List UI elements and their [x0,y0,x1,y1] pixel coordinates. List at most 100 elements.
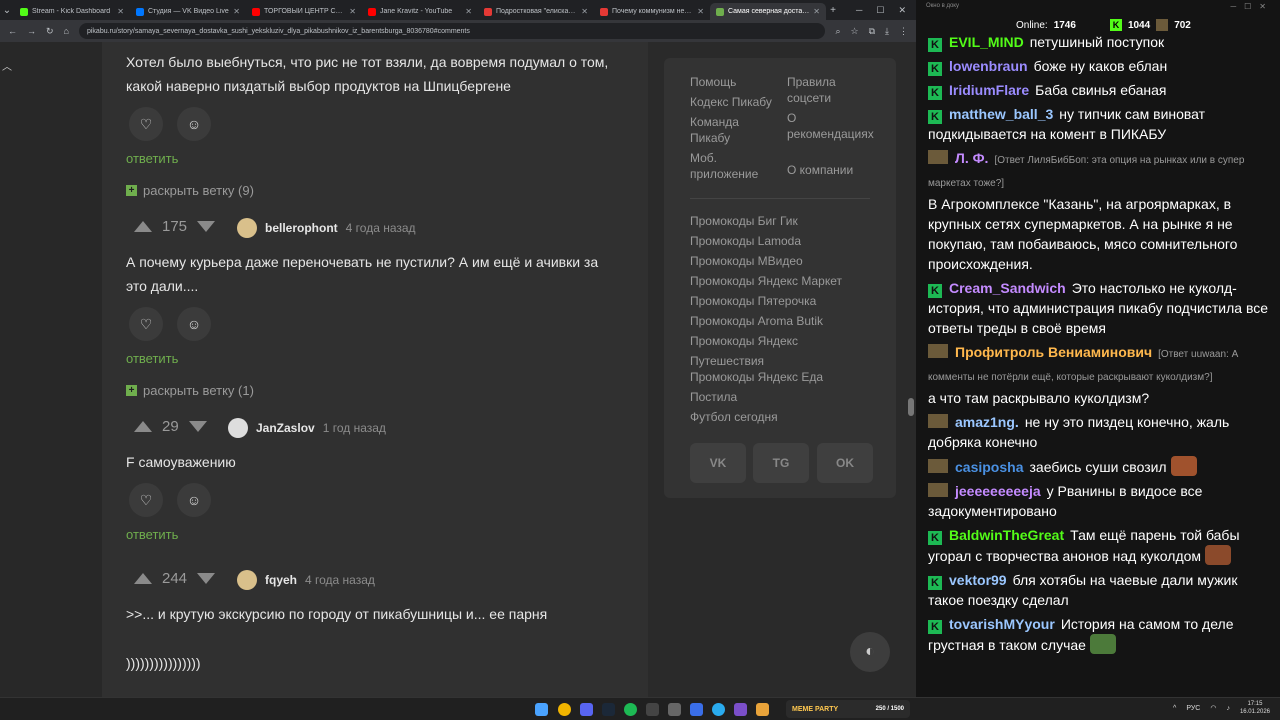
minimize-icon[interactable]: ─ [856,5,862,15]
scrollbar-thumb[interactable] [908,398,914,416]
wifi-icon[interactable]: ◠ [1210,704,1216,712]
tab-search-icon[interactable]: ⌄ [0,5,14,16]
zoom-icon[interactable]: ⌕ [835,26,840,37]
footer-link[interactable]: Помощь [690,74,780,90]
chat-username[interactable]: Профитроль Вениаминович [955,344,1152,360]
upvote-icon[interactable] [134,573,152,584]
close-tab-icon[interactable]: ✕ [233,7,240,16]
promo-link[interactable]: Промокоды Lamoda [690,231,870,251]
chat-username[interactable]: BaldwinTheGreat [949,527,1064,543]
react-smile-icon[interactable]: ☺ [177,307,211,341]
footer-link[interactable]: О рекомендациях [787,110,874,142]
steam-icon[interactable] [602,703,615,716]
scroll-up-icon[interactable]: ︿ [2,58,12,73]
like-heart-icon[interactable]: ♡ [129,107,163,141]
promo-link[interactable]: Постила [690,387,870,407]
upvote-icon[interactable] [134,221,152,232]
promo-link[interactable]: Промокоды Яндекс Маркет [690,271,870,291]
close-tab-icon[interactable]: ✕ [349,7,356,16]
comment-author[interactable]: JanZaslov 1 год назад [228,418,386,438]
downvote-icon[interactable] [197,221,216,232]
clock[interactable]: 17:15 16.01.2026 [1240,700,1270,716]
download-icon[interactable]: ⤓ [885,26,889,37]
volume-icon[interactable]: ♪ [1226,705,1230,712]
chat-username[interactable]: Л. Ф. [955,150,988,166]
react-smile-icon[interactable]: ☺ [177,483,211,517]
vk-icon[interactable]: VK [690,443,746,483]
reply-link[interactable]: ответить [126,527,178,542]
promo-link[interactable]: Промокоды Биг Гик [690,211,870,231]
extensions-icon[interactable]: ⧉ [869,26,875,37]
expand-thread-button[interactable]: + раскрыть ветку (9) [126,183,254,198]
forward-icon[interactable]: → [27,26,36,36]
browser-tab[interactable]: Jane Kravitz - YouTube ✕ [362,3,478,20]
obs-icon[interactable] [646,703,659,716]
url-field[interactable]: pikabu.ru/story/samaya_severnaya_dostavk… [78,23,826,39]
chrome-icon[interactable] [558,703,571,716]
chat-username[interactable]: tovarishMYyour [949,616,1055,632]
app-icon[interactable] [668,703,681,716]
footer-link[interactable]: Кодекс Пикабу [690,94,780,110]
bookmark-star-icon[interactable]: ☆ [851,26,859,37]
footer-link[interactable]: О компании [787,162,873,178]
chat-username[interactable]: casiposha [955,459,1023,475]
windows-start-icon[interactable] [535,703,548,716]
comment-author[interactable]: fqyeh 4 года назад [237,570,375,590]
folder-icon[interactable] [756,703,769,716]
comment-author[interactable]: bellerophont 4 года назад [237,218,416,238]
meme-party-widget[interactable]: MEME PARTY 250 / 1500 [786,700,910,718]
browser-tab[interactable]: Подростковая "елиска", ко ✕ [478,3,594,20]
app-icon[interactable] [690,703,703,716]
close-tab-icon[interactable]: ✕ [697,7,704,16]
like-heart-icon[interactable]: ♡ [129,483,163,517]
chat-username[interactable]: matthew_ball_3 [949,106,1053,122]
chat-username[interactable]: amaz1ng. [955,414,1019,430]
spotify-icon[interactable] [624,703,637,716]
react-smile-icon[interactable]: ☺ [177,107,211,141]
maximize-icon[interactable]: ☐ [876,5,884,16]
menu-icon[interactable]: ⋮ [899,26,908,37]
telegram-icon[interactable]: TG [753,443,809,483]
footer-link[interactable]: Моб. приложение [690,150,780,182]
close-icon[interactable]: ✕ [898,5,906,16]
promo-link[interactable]: Промокоды Пятерочка [690,291,870,311]
chat-username[interactable]: EVIL_MIND [949,34,1024,50]
close-tab-icon[interactable]: ✕ [117,7,124,16]
chat-username[interactable]: Cream_Sandwich [949,280,1066,296]
close-tab-icon[interactable]: ✕ [581,7,588,16]
footer-link[interactable]: Команда Пикабу [690,114,780,146]
promo-link[interactable]: Промокоды Яндекс Путешествия [690,331,870,371]
chat-username[interactable]: vektor99 [949,572,1007,588]
language-indicator[interactable]: РУС [1186,705,1200,712]
app-icon[interactable] [734,703,747,716]
reply-link[interactable]: ответить [126,351,178,366]
close-tab-icon[interactable]: ✕ [465,7,472,16]
browser-tab[interactable]: ТОРГОВЫЙ ЦЕНТР СМЕРТИ✕ [246,3,362,20]
promo-link[interactable]: Промокоды Яндекс Еда [690,367,870,387]
downvote-icon[interactable] [197,573,216,584]
reload-icon[interactable]: ↻ [46,26,54,37]
like-heart-icon[interactable]: ♡ [129,307,163,341]
new-tab-button[interactable]: + [826,5,840,16]
chat-username[interactable]: jeeeeeeeeeja [955,483,1041,499]
browser-tab[interactable]: Stream - Kick Dashboard ✕ [14,3,130,20]
browser-tab[interactable]: Самая северная доставка с✕ [710,3,826,20]
browser-tab[interactable]: Почему коммунизм не раб ✕ [594,3,710,20]
chat-window-controls[interactable]: ─☐✕ [1230,2,1274,11]
promo-link[interactable]: Футбол сегодня [690,407,870,427]
scrollbar[interactable] [906,42,916,697]
tray-chevron-icon[interactable]: ^ [1173,705,1176,712]
upvote-icon[interactable] [134,421,152,432]
expand-thread-button[interactable]: + раскрыть ветку (1) [126,383,254,398]
footer-link[interactable]: Правила соцсети [787,74,873,106]
chat-username[interactable]: lowenbraun [949,58,1028,74]
downvote-icon[interactable] [188,421,207,432]
telegram-icon[interactable] [712,703,725,716]
chat-username[interactable]: IridiumFlare [949,82,1029,98]
discord-icon[interactable] [580,703,593,716]
browser-tab[interactable]: Студия — VK Видео Live ✕ [130,3,246,20]
reply-link[interactable]: ответить [126,151,178,166]
theme-palette-icon[interactable]: ◐ [850,632,890,672]
promo-link[interactable]: Промокоды МВидео [690,251,870,271]
ok-icon[interactable]: OK [817,443,873,483]
